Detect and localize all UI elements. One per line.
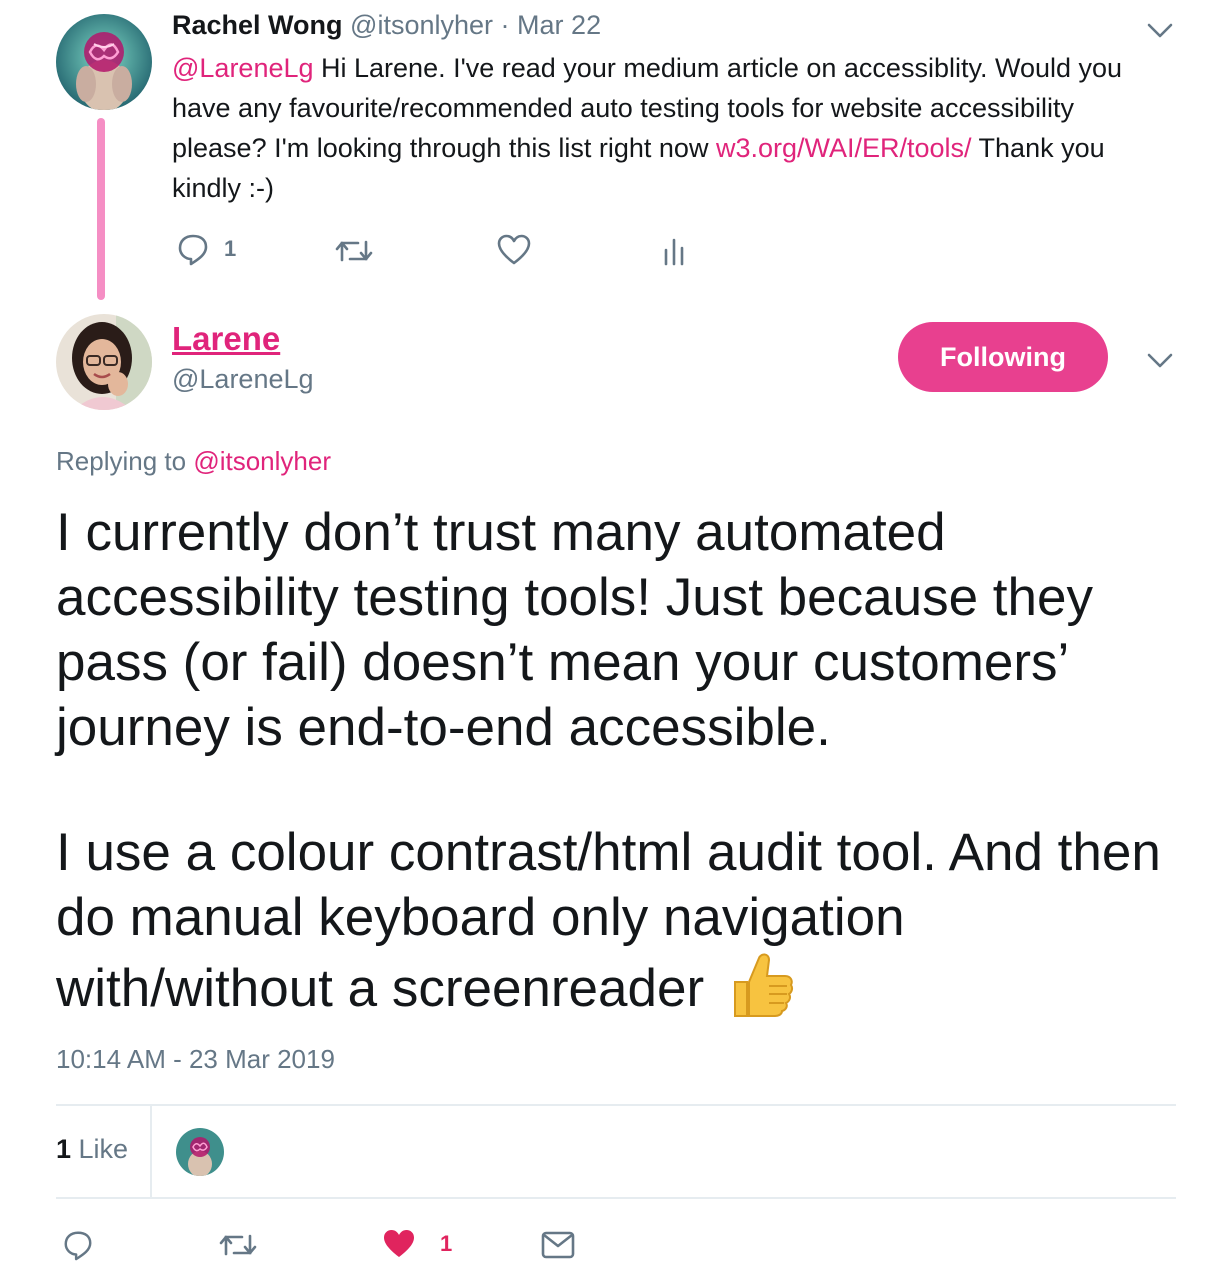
chevron-down-icon — [1147, 353, 1173, 368]
retweet-icon — [219, 1234, 257, 1256]
mail-icon — [541, 1231, 575, 1259]
parent-reply-button[interactable]: 1 — [176, 232, 236, 266]
like-count-row[interactable]: 1 Like — [56, 1134, 128, 1165]
reply-paragraph-2-text: I use a colour contrast/html audit tool.… — [56, 823, 1161, 1018]
thread-line — [97, 118, 105, 300]
parent-tweet-header: Rachel Wong @itsonlyher · Mar 22 — [172, 10, 601, 41]
reply-retweet-button[interactable] — [218, 1230, 258, 1265]
larene-avatar[interactable] — [56, 314, 152, 410]
replying-to-label: Replying to — [56, 446, 194, 476]
mention-link[interactable]: @LareneLg — [172, 53, 314, 83]
reply-icon — [64, 1231, 92, 1261]
following-button[interactable]: Following — [898, 322, 1108, 392]
parent-author-handle[interactable]: @itsonlyher — [350, 10, 493, 40]
heart-outline-icon — [497, 234, 531, 265]
reply-paragraph-1: I currently don’t trust many automated a… — [56, 503, 1093, 757]
woman-portrait-avatar-icon — [56, 314, 152, 410]
reply-dm-button[interactable] — [541, 1230, 575, 1265]
analytics-icon — [664, 238, 684, 266]
like-label: Like — [71, 1134, 129, 1164]
brain-face-avatar-icon — [176, 1128, 224, 1176]
reply-more-button[interactable] — [1146, 350, 1174, 375]
reply-paragraph-2: I use a colour contrast/html audit tool.… — [56, 820, 1176, 1035]
reply-like-button[interactable]: 1 — [382, 1228, 452, 1260]
replying-to-line: Replying to @itsonlyher — [56, 446, 331, 477]
like-count: 1 — [56, 1134, 72, 1164]
tools-link[interactable]: w3.org/WAI/ER/tools/ — [716, 133, 972, 163]
parent-retweet-button[interactable] — [334, 236, 374, 271]
thumbs-up-icon — [729, 950, 795, 1035]
divider-bottom — [56, 1197, 1176, 1199]
reply-heart-count: 1 — [440, 1231, 453, 1256]
retweet-icon — [335, 240, 373, 262]
parent-reply-count: 1 — [224, 236, 237, 261]
rachel-avatar[interactable] — [56, 14, 152, 110]
parent-tweet-text: @LareneLg Hi Larene. I've read your medi… — [172, 48, 1172, 208]
parent-tweet-date[interactable]: Mar 22 — [517, 10, 601, 40]
reply-icon — [178, 234, 208, 266]
parent-author-name[interactable]: Rachel Wong — [172, 10, 343, 40]
divider-top — [56, 1104, 1176, 1106]
chevron-down-icon — [1147, 23, 1173, 38]
reply-timestamp[interactable]: 10:14 AM - 23 Mar 2019 — [56, 1044, 335, 1075]
header-separator: · — [500, 10, 510, 40]
parent-like-button[interactable] — [497, 234, 531, 271]
divider-vertical — [150, 1106, 152, 1198]
brain-face-avatar-icon — [56, 14, 152, 110]
liker-avatar[interactable] — [176, 1128, 224, 1176]
reply-author-name[interactable]: Larene — [172, 320, 280, 358]
reply-reply-button[interactable] — [62, 1228, 94, 1267]
parent-more-button[interactable] — [1146, 20, 1174, 45]
heart-filled-icon — [384, 1230, 414, 1257]
reply-author-handle[interactable]: @LareneLg — [172, 364, 314, 395]
parent-analytics-button[interactable] — [662, 236, 686, 271]
replying-to-handle[interactable]: @itsonlyher — [193, 446, 331, 476]
